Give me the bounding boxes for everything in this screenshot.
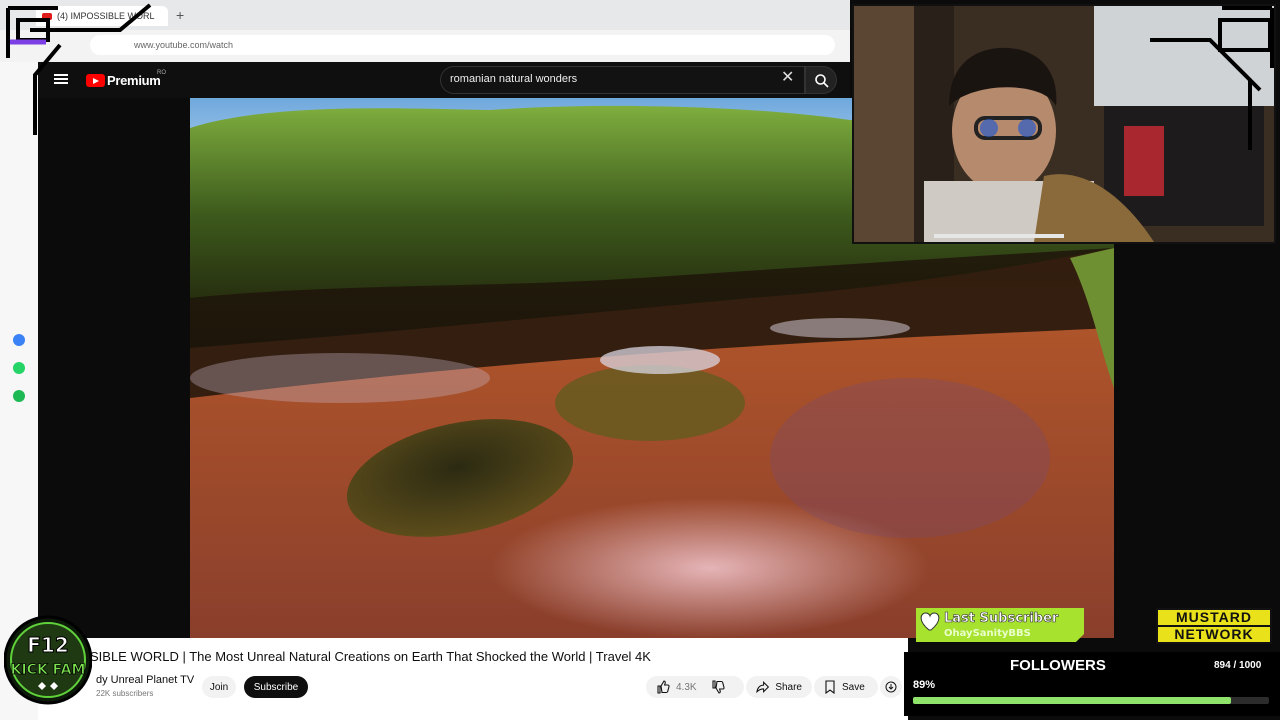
search-icon <box>815 74 829 88</box>
share-label: Share <box>775 681 802 693</box>
save-label: Save <box>842 681 865 693</box>
save-button[interactable]: Save <box>814 676 878 698</box>
share-button[interactable]: Share <box>746 676 812 698</box>
network-logo-line-2: NETWORK <box>1156 625 1272 644</box>
last-sub-name: OhaySanityBBS <box>944 628 1031 639</box>
last-subscriber-graphic: Last Subscriber OhaySanityBBS <box>916 608 1084 642</box>
search-query-text: romanian natural wonders <box>450 73 578 85</box>
followers-progress-bar <box>913 697 1269 704</box>
channel-name[interactable]: dy Unreal Planet TV <box>96 674 194 686</box>
messenger-icon[interactable] <box>13 334 25 346</box>
video-title: SIBLE WORLD | The Most Unreal Natural Cr… <box>90 649 651 664</box>
corner-frame-top-left <box>6 3 152 135</box>
followers-percent: 89% <box>913 679 936 691</box>
dislike-icon[interactable] <box>711 680 725 694</box>
spotify-icon[interactable] <box>13 390 25 402</box>
followers-title: FOLLOWERS <box>1010 657 1106 674</box>
channel-logo: F12 KICK FAM <box>3 608 93 712</box>
subscriber-count: 22K subscribers <box>96 689 154 698</box>
search-button[interactable] <box>805 66 837 94</box>
followers-progress-fill <box>913 697 1232 704</box>
whatsapp-icon[interactable] <box>13 362 25 374</box>
last-subscriber-badge: Last Subscriber OhaySanityBBS <box>912 604 1088 644</box>
more-actions-button[interactable] <box>880 676 902 698</box>
f12-logo-icon: F12 KICK FAM <box>3 615 93 705</box>
followers-count: 894 / 1000 <box>1214 660 1262 671</box>
clear-icon[interactable]: ✕ <box>781 70 794 86</box>
address-bar[interactable]: www.youtube.com/watch <box>90 35 835 55</box>
subscribe-button[interactable]: Subscribe <box>244 676 308 698</box>
like-icon[interactable] <box>656 680 670 694</box>
last-sub-label: Last Subscriber <box>944 611 1059 626</box>
share-icon <box>756 680 770 694</box>
logo-line-1: F12 <box>27 633 69 657</box>
like-count: 4.3K <box>676 681 697 693</box>
like-dislike-group: 4.3K <box>646 676 744 698</box>
join-button[interactable]: Join <box>202 676 236 698</box>
logo-line-2: KICK FAM <box>11 662 86 678</box>
download-icon <box>885 681 897 693</box>
corner-frame-top-right <box>1150 6 1274 150</box>
save-icon <box>825 680 835 694</box>
